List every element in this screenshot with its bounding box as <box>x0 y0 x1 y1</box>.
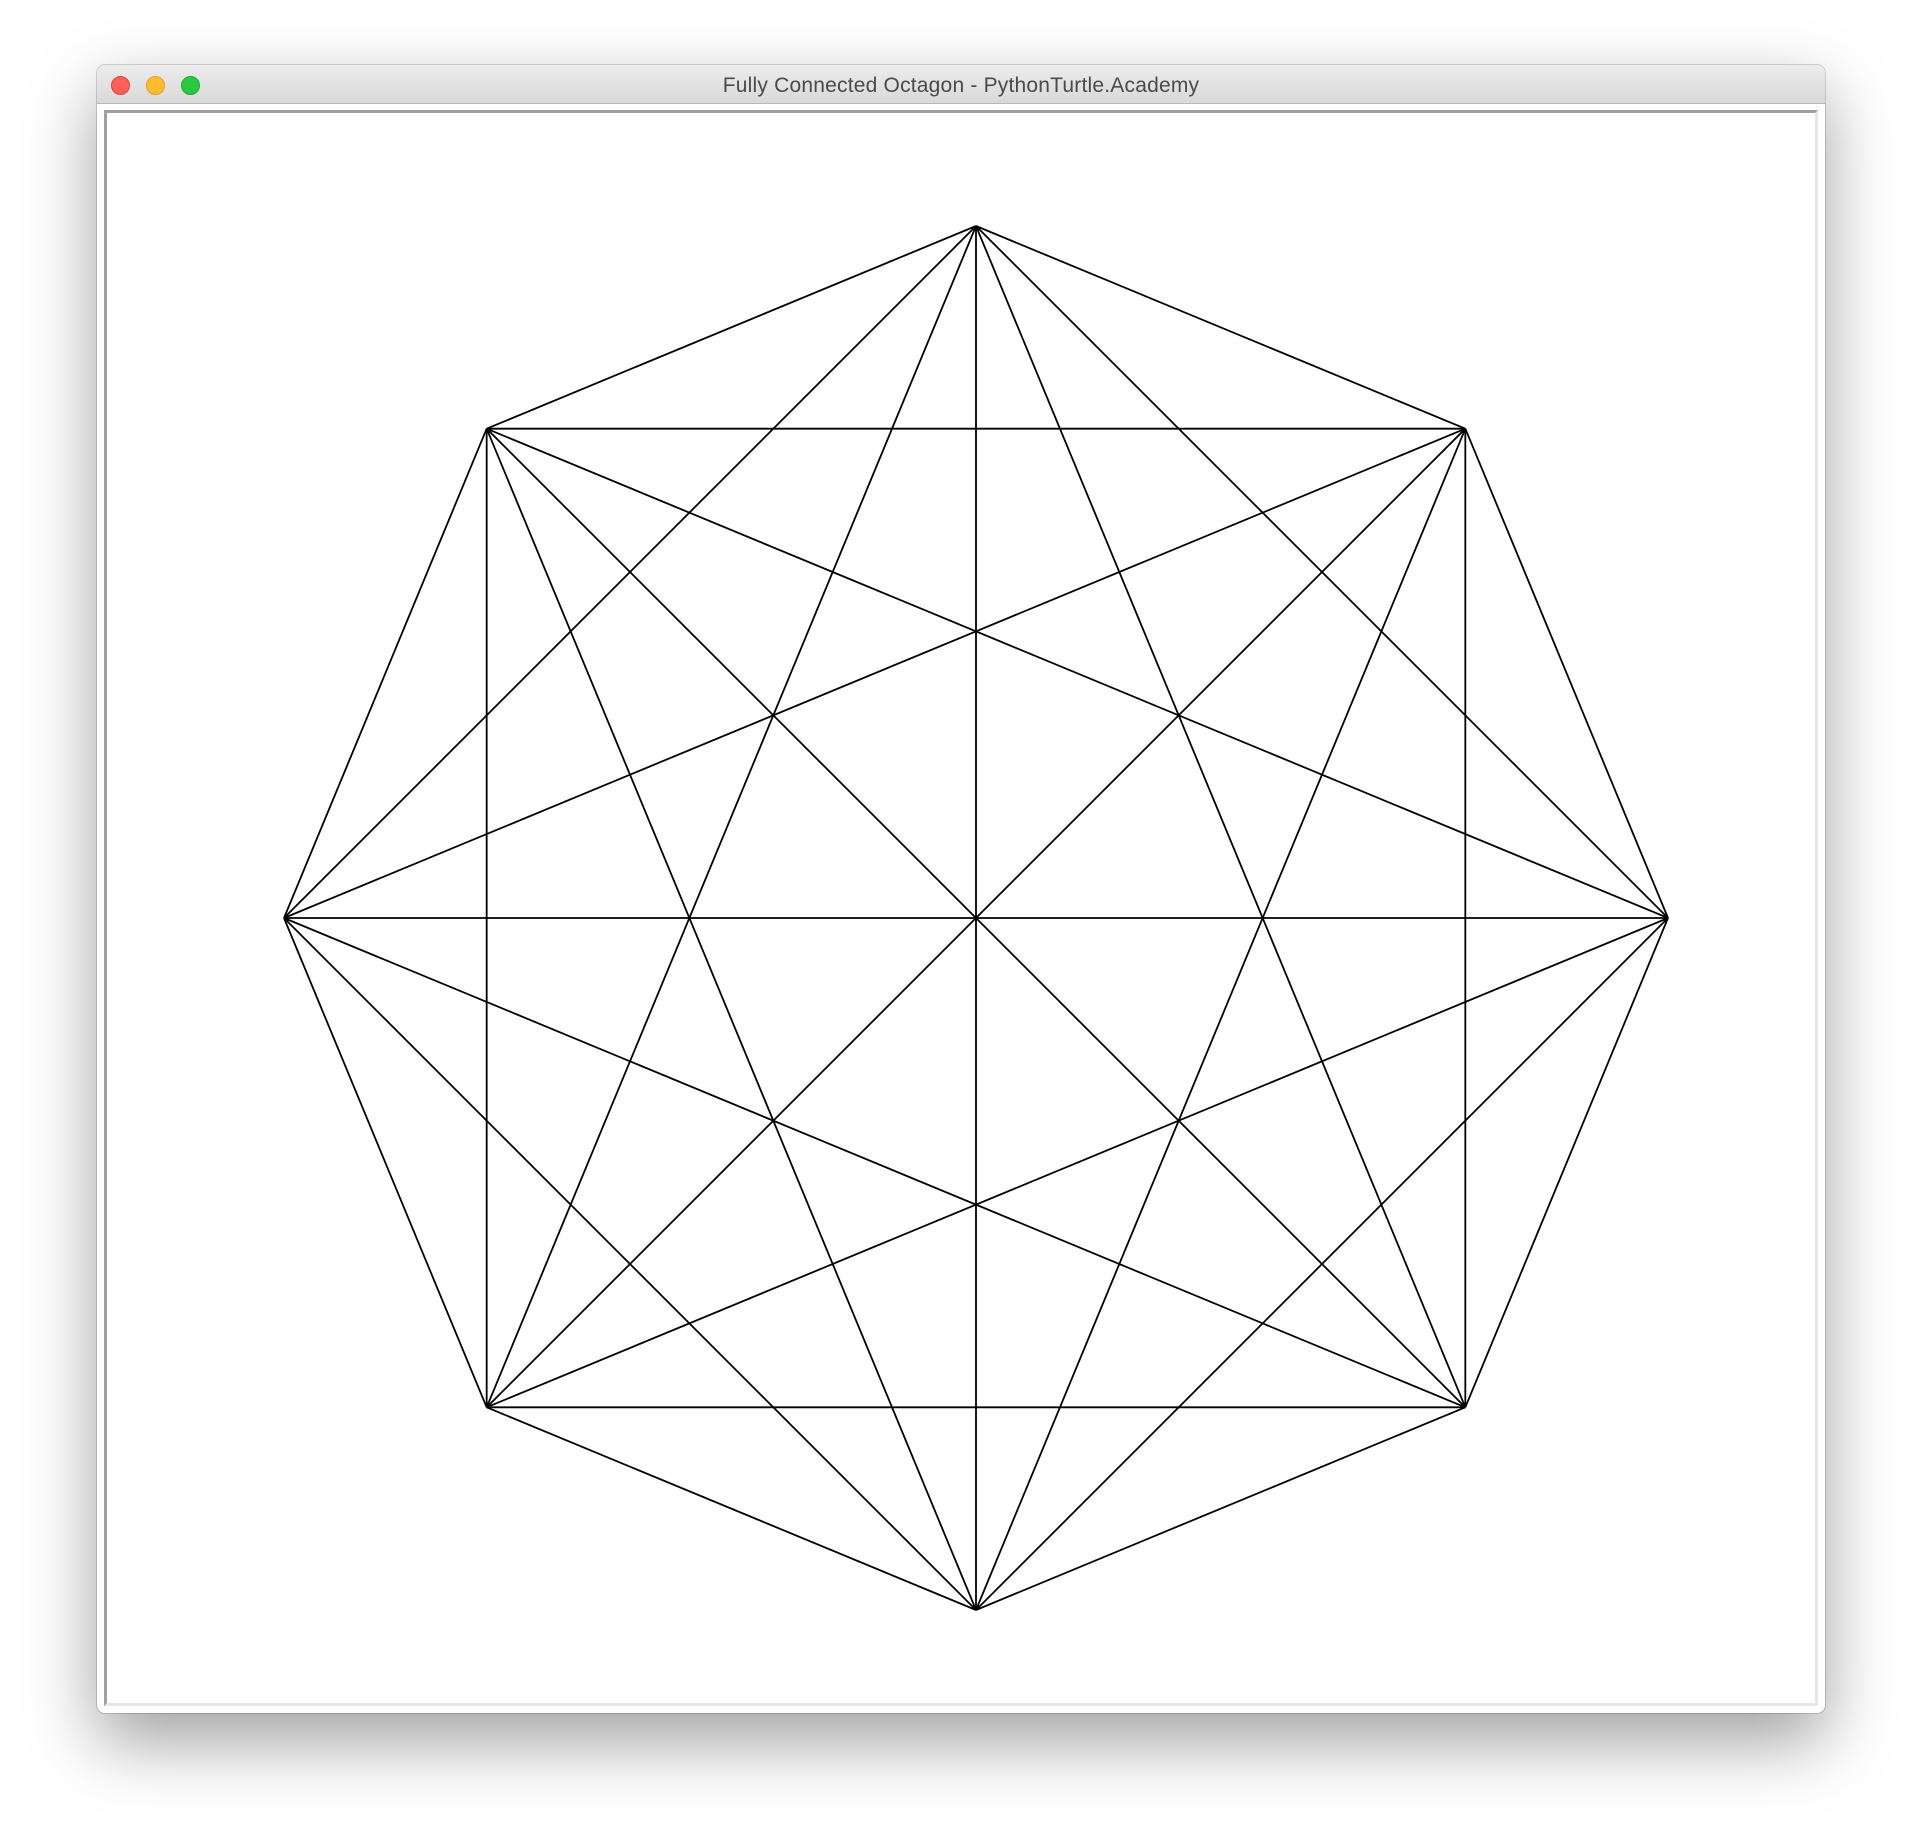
edge-1-4 <box>975 428 1467 1611</box>
edge-0-3 <box>975 225 1467 1408</box>
edge-0-5 <box>485 225 977 1408</box>
edge-1-2 <box>1464 428 1669 919</box>
edge-0-1 <box>975 225 1466 430</box>
edge-3-6 <box>283 917 1466 1409</box>
edge-2-3 <box>1464 917 1669 1408</box>
edge-6-7 <box>283 428 488 919</box>
edge-4-5 <box>486 1406 977 1611</box>
edge-2-7 <box>486 427 1669 919</box>
octagon-drawing <box>283 225 1669 1611</box>
edge-0-7 <box>486 225 977 430</box>
edge-4-7 <box>485 428 977 1611</box>
turtle-canvas[interactable] <box>104 110 1818 1706</box>
window-title: Fully Connected Octagon - PythonTurtle.A… <box>722 74 1200 97</box>
edge-5-6 <box>283 917 488 1408</box>
title-bar[interactable]: Fully Connected Octagon - PythonTurtle.A… <box>97 65 1825 104</box>
edge-3-4 <box>975 1406 1466 1611</box>
edge-1-6 <box>283 427 1466 919</box>
app-window: Fully Connected Octagon - PythonTurtle.A… <box>97 65 1825 1713</box>
edge-2-5 <box>486 917 1669 1409</box>
